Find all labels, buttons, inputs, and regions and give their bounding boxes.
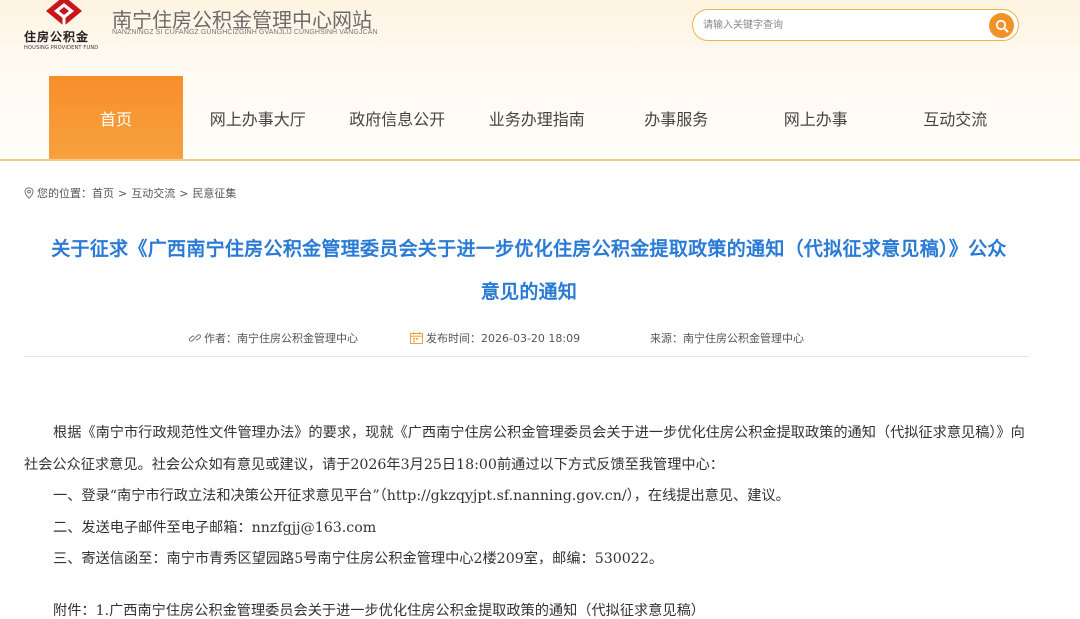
breadcrumb-link-home[interactable]: 首页	[92, 185, 114, 201]
breadcrumb-label: 您的位置：	[37, 187, 92, 200]
article-body: 根据《南宁市行政规范性文件管理办法》的要求，现就《广西南宁住房公积金管理委员会关…	[24, 418, 1034, 619]
site-logo[interactable]: 住房公积金 HOUSING PROVIDENT FUND	[22, 0, 112, 56]
meta-author-text: 作者：南宁住房公积金管理中心	[204, 332, 358, 345]
site-header: 住房公积金 HOUSING PROVIDENT FUND 南宁住房公积金管理中心…	[0, 0, 1080, 161]
article-paragraph-method-2: 二、发送电子邮件至电子邮箱：nnzfgjj@163.com	[53, 519, 377, 536]
location-pin-icon	[24, 187, 34, 199]
breadcrumb-link-opinion[interactable]: 民意征集	[192, 185, 236, 201]
breadcrumb-separator: >	[179, 186, 189, 200]
article-title-line-2: 意见的通知	[480, 281, 578, 303]
search-icon	[995, 19, 1008, 32]
breadcrumb-link-interaction[interactable]: 互动交流	[131, 185, 175, 201]
meta-source: 来源：南宁住房公积金管理中心	[650, 330, 804, 346]
nav-item-guide[interactable]: 业务办理指南	[467, 76, 607, 160]
search-input[interactable]	[703, 16, 973, 34]
breadcrumb: 您的位置： 首页 > 互动交流 > 民意征集	[24, 185, 236, 201]
logo-chinese-text: 住房公积金	[24, 30, 90, 44]
article-attachment-link[interactable]: 附件：1.广西南宁住房公积金管理委员会关于进一步优化住房公积金提取政策的通知（代…	[24, 596, 1034, 619]
article-meta: 作者：南宁住房公积金管理中心 发布时间：2026-03-20 18:09 来源：…	[24, 327, 1029, 357]
author-link-icon	[189, 334, 201, 342]
article-title-line-1: 关于征求《广西南宁住房公积金管理委员会关于进一步优化住房公积金提取政策的通知（代…	[51, 238, 1007, 260]
site-subtitle: NANZNINGZ SI CUFANGZ GUNGHCIZGINH GVANJL…	[112, 29, 378, 36]
logo-english-text: HOUSING PROVIDENT FUND	[24, 45, 99, 51]
search-button[interactable]	[989, 13, 1014, 38]
calendar-icon	[410, 332, 423, 344]
housing-fund-logo-icon	[46, 0, 82, 26]
breadcrumb-separator: >	[118, 186, 128, 200]
article-paragraph-intro: 根据《南宁市行政规范性文件管理办法》的要求，现就《广西南宁住房公积金管理委员会关…	[24, 425, 1025, 473]
search-box	[692, 9, 1019, 41]
article-paragraph-method-1: 一、登录“南宁市行政立法和决策公开征求意见平台”（http://gkzqyjpt…	[53, 488, 790, 504]
nav-item-services[interactable]: 办事服务	[607, 76, 747, 160]
meta-date: 发布时间：2026-03-20 18:09	[410, 330, 580, 346]
main-nav: 首页 网上办事大厅 政府信息公开 业务办理指南 办事服务 网上办事 互动交流	[49, 76, 1025, 160]
nav-item-gov-info[interactable]: 政府信息公开	[328, 76, 468, 160]
nav-item-home[interactable]: 首页	[49, 76, 183, 160]
article-paragraph-method-3: 三、寄送信函至：南宁市青秀区望园路5号南宁住房公积金管理中心2楼209室，邮编：…	[53, 551, 664, 567]
nav-item-interaction[interactable]: 互动交流	[886, 76, 1026, 160]
meta-source-text: 来源：南宁住房公积金管理中心	[650, 332, 804, 345]
article-title: 关于征求《广西南宁住房公积金管理委员会关于进一步优化住房公积金提取政策的通知（代…	[24, 228, 1034, 314]
nav-divider	[0, 159, 1080, 161]
nav-item-online-affairs[interactable]: 网上办事	[746, 76, 886, 160]
meta-date-text: 发布时间：2026-03-20 18:09	[426, 332, 581, 345]
nav-item-online-hall[interactable]: 网上办事大厅	[188, 76, 328, 160]
meta-author: 作者：南宁住房公积金管理中心	[189, 330, 358, 346]
